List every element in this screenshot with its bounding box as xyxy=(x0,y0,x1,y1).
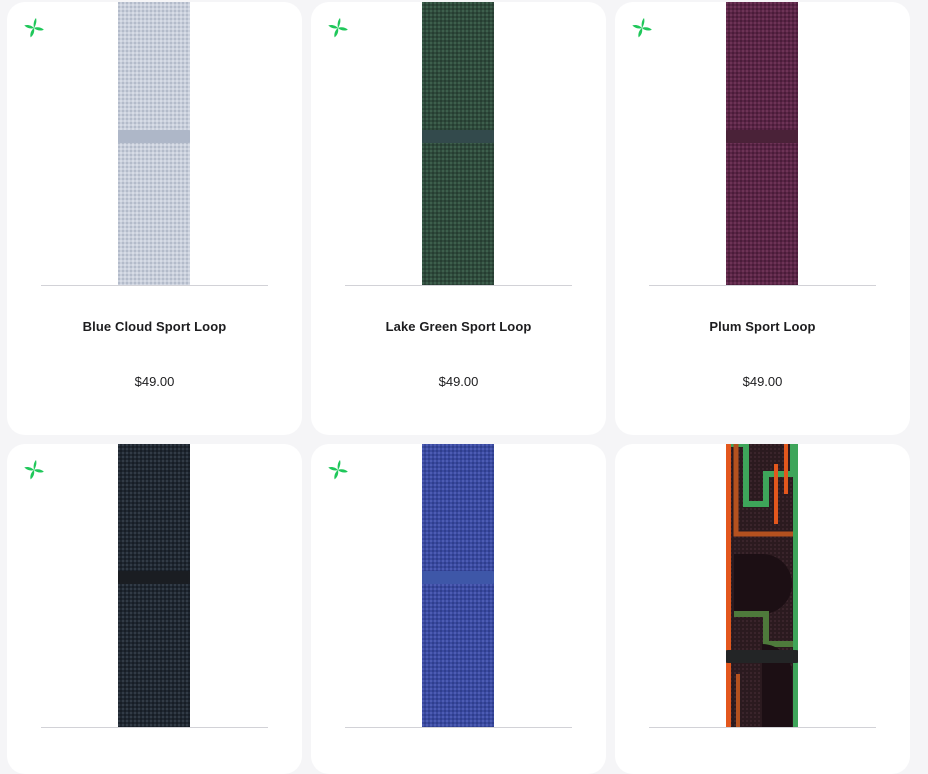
eco-leaf-icon xyxy=(24,460,44,480)
product-price: $49.00 xyxy=(438,374,479,389)
product-card-plum[interactable]: Plum Sport Loop $49.00 xyxy=(615,2,910,435)
eco-leaf-icon xyxy=(328,18,348,38)
product-name[interactable]: Blue Cloud Sport Loop xyxy=(7,319,302,334)
product-card-unity[interactable] xyxy=(615,444,910,774)
product-card-blue[interactable] xyxy=(311,444,606,774)
band-image xyxy=(726,444,798,727)
eco-leaf-icon xyxy=(24,18,44,38)
band-image xyxy=(118,2,190,285)
product-grid: Blue Cloud Sport Loop $49.00 Lake Green … xyxy=(0,0,928,774)
eco-leaf-icon xyxy=(632,18,652,38)
product-price: $49.00 xyxy=(742,374,783,389)
eco-leaf-icon xyxy=(328,460,348,480)
product-divider xyxy=(41,727,268,728)
product-divider xyxy=(649,727,876,728)
product-card-blue-cloud[interactable]: Blue Cloud Sport Loop $49.00 xyxy=(7,2,302,435)
band-image xyxy=(422,444,494,727)
product-card-lake-green[interactable]: Lake Green Sport Loop $49.00 xyxy=(311,2,606,435)
product-name[interactable]: Plum Sport Loop xyxy=(615,319,910,334)
band-image xyxy=(422,2,494,285)
band-image xyxy=(726,2,798,285)
product-divider xyxy=(345,285,572,286)
band-image xyxy=(118,444,190,727)
product-name[interactable]: Lake Green Sport Loop xyxy=(311,319,606,334)
product-price: $49.00 xyxy=(134,374,175,389)
product-divider xyxy=(649,285,876,286)
product-divider xyxy=(41,285,268,286)
product-card-midnight[interactable] xyxy=(7,444,302,774)
product-divider xyxy=(345,727,572,728)
